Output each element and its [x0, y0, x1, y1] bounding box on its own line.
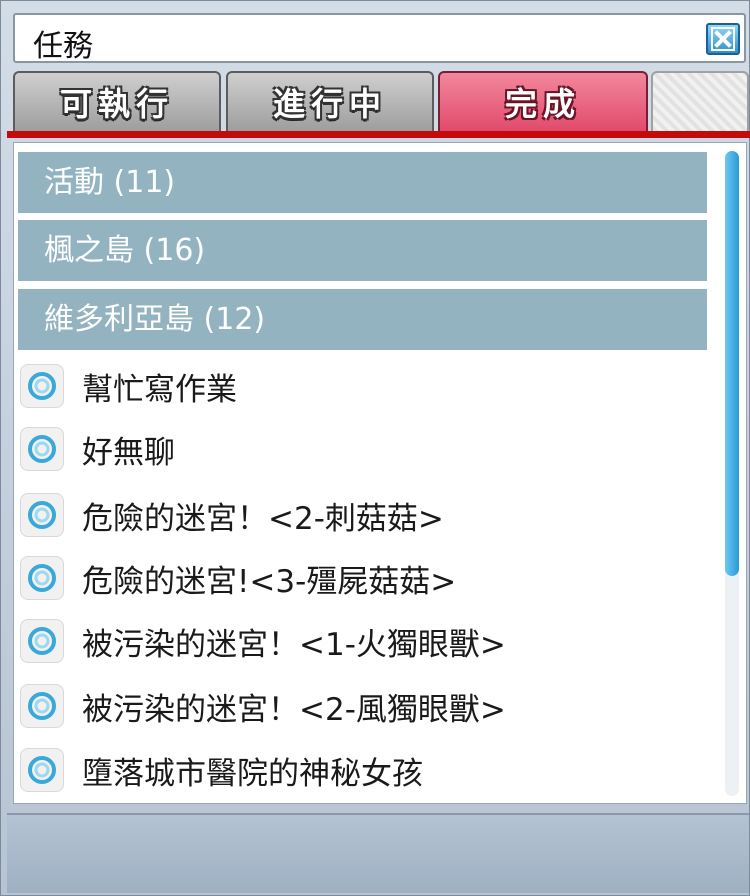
- quest-item[interactable]: 墮落城市醫院的神秘女孩: [18, 739, 708, 801]
- quest-item-label: 危險的迷宮!<3-殭屍菇菇>: [82, 563, 457, 600]
- quest-item-label: 被污染的迷宮！<2-風獨眼獸>: [82, 691, 506, 728]
- quest-complete-icon: [20, 493, 64, 537]
- close-icon: [711, 27, 735, 51]
- window-footer: [7, 813, 749, 893]
- quest-item[interactable]: 被污染的迷宮！<1-火獨眼獸>: [18, 610, 708, 672]
- quest-complete-icon: [20, 684, 64, 728]
- quest-item[interactable]: 被污染的迷宮！<2-風獨眼獸>: [18, 675, 708, 737]
- quest-item[interactable]: 危險的迷宮!<3-殭屍菇菇>: [18, 547, 708, 609]
- quest-item[interactable]: 危險的迷宮！<2-刺菇菇>: [18, 484, 708, 546]
- tab-empty: [651, 71, 749, 131]
- category-maple-island[interactable]: 楓之島 (16): [18, 220, 707, 281]
- quest-list: 活動 (11) 楓之島 (16) 維多利亞島 (12) 幫忙寫作業 好無聊 危險…: [13, 142, 747, 804]
- window-title: 任務: [33, 29, 93, 64]
- quest-item-label: 幫忙寫作業: [82, 371, 237, 408]
- tab-underline: [7, 131, 750, 138]
- quest-complete-icon: [20, 748, 64, 792]
- quest-complete-icon: [20, 556, 64, 600]
- quest-item[interactable]: 好無聊: [18, 418, 708, 480]
- close-button[interactable]: [706, 23, 740, 55]
- quest-item-label: 被污染的迷宮！<1-火獨眼獸>: [82, 626, 506, 663]
- quest-window: 任務 可執行 進行中 完成 活動 (11) 楓之島 (16) 維多利亞島 (12…: [0, 0, 750, 896]
- category-events[interactable]: 活動 (11): [18, 152, 707, 213]
- quest-complete-icon: [20, 364, 64, 408]
- quest-complete-icon: [20, 619, 64, 663]
- tab-completed[interactable]: 完成: [438, 71, 648, 131]
- quest-tabs: 可執行 進行中 完成: [13, 71, 749, 133]
- quest-item-label: 危險的迷宮！<2-刺菇菇>: [82, 500, 444, 537]
- scrollbar-thumb[interactable]: [725, 151, 739, 576]
- quest-item[interactable]: 幫忙寫作業: [18, 355, 708, 417]
- quest-complete-icon: [20, 427, 64, 471]
- category-victoria-island[interactable]: 維多利亞島 (12): [18, 289, 707, 350]
- tab-in-progress[interactable]: 進行中: [226, 71, 434, 131]
- tab-available[interactable]: 可執行: [13, 71, 221, 131]
- title-bar: 任務: [13, 13, 746, 64]
- quest-item-label: 墮落城市醫院的神秘女孩: [82, 755, 423, 792]
- quest-item-label: 好無聊: [82, 434, 175, 471]
